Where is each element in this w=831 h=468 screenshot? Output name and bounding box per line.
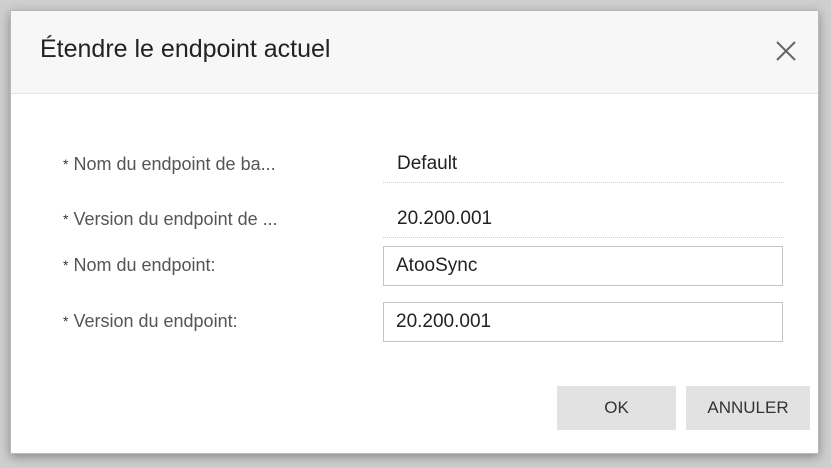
cancel-button[interactable]: ANNULER (686, 386, 810, 430)
required-marker: * (63, 313, 69, 329)
divider (383, 182, 784, 183)
endpoint-name-input[interactable] (383, 246, 783, 286)
base-endpoint-version-value: 20.200.001 (397, 208, 493, 229)
base-endpoint-version-row: * Version du endpoint de ... 20.200.001 (11, 197, 818, 245)
required-marker: * (63, 257, 69, 273)
base-endpoint-version-label: * Version du endpoint de ... (63, 209, 278, 229)
base-endpoint-name-value: Default (397, 153, 458, 174)
dialog-header: Étendre le endpoint actuel (11, 11, 818, 94)
endpoint-name-label: * Nom du endpoint: (63, 255, 216, 275)
divider (383, 237, 784, 238)
endpoint-version-row: * Version du endpoint: (11, 301, 818, 349)
ok-button[interactable]: OK (557, 386, 676, 430)
required-marker: * (63, 156, 69, 172)
close-button[interactable] (774, 39, 798, 63)
required-marker: * (63, 211, 69, 227)
close-icon (776, 41, 796, 61)
endpoint-name-row: * Nom du endpoint: (11, 242, 818, 290)
endpoint-version-label: * Version du endpoint: (63, 311, 238, 331)
base-endpoint-name-row: * Nom du endpoint de ba... Default (11, 142, 818, 190)
base-endpoint-name-label: * Nom du endpoint de ba... (63, 154, 276, 174)
endpoint-version-input[interactable] (383, 302, 783, 342)
dialog-title: Étendre le endpoint actuel (40, 35, 331, 63)
extend-endpoint-dialog: Étendre le endpoint actuel * Nom du endpo… (10, 10, 819, 454)
